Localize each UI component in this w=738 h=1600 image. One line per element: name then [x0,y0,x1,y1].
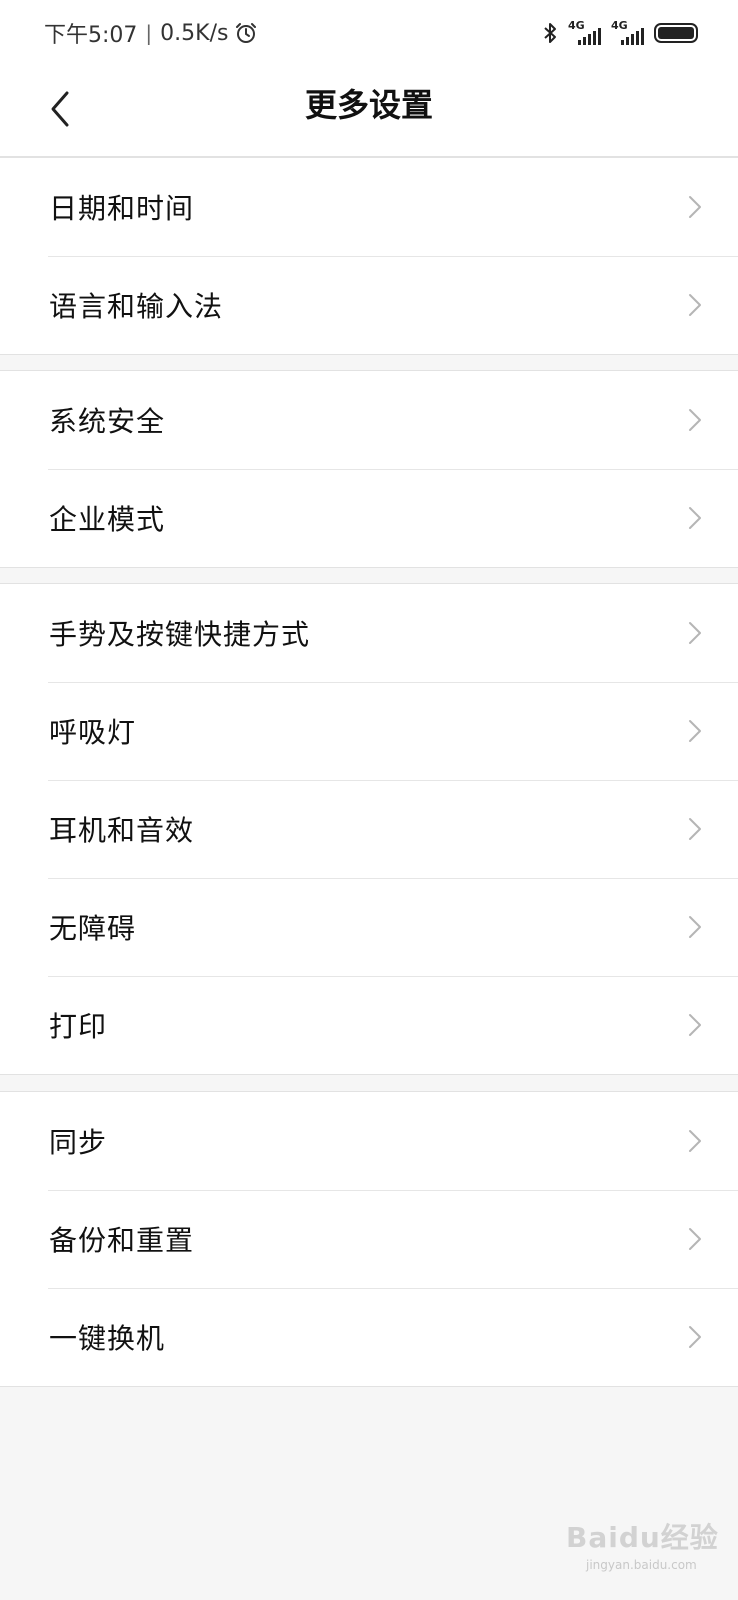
item-label: 备份和重置 [49,1224,195,1257]
chevron-right-icon [689,507,701,529]
chevron-right-icon [689,818,701,840]
list-item[interactable]: 耳机和音效 [0,780,738,878]
item-label: 一键换机 [49,1322,166,1355]
chevron-right-icon [689,294,701,316]
settings-group-1: 日期和时间 语言和输入法 [0,157,738,355]
chevron-right-icon [689,1326,701,1348]
status-separator: | [145,21,153,45]
back-button[interactable] [40,86,80,132]
list-item[interactable]: 无障碍 [0,878,738,976]
battery-icon [654,23,698,43]
item-label: 无障碍 [49,912,137,945]
list-item[interactable]: 语言和输入法 [0,256,738,354]
sim2-network-label: 4G [611,19,628,32]
item-label: 打印 [49,1010,108,1043]
list-item[interactable]: 同步 [0,1092,738,1190]
chevron-right-icon [689,916,701,938]
alarm-icon [236,23,257,43]
status-left: 下午5:07 | 0.5K/s [44,17,258,49]
sim1-signal-icon: 4G [568,19,601,45]
status-time: 下午5:07 [44,23,138,48]
chevron-right-icon [689,196,701,218]
settings-group-2: 系统安全 企业模式 [0,370,738,568]
chevron-right-icon [689,622,701,644]
status-bar: 下午5:07 | 0.5K/s 4G 4G [0,0,738,66]
watermark-brand: Baidu经验 [566,1521,719,1554]
status-right: 4G 4G [542,19,698,45]
network-speed: 0.5K/s [160,20,229,46]
list-item[interactable]: 一键换机 [0,1288,738,1386]
list-item[interactable]: 系统安全 [0,371,738,469]
header: 更多设置 [0,66,738,157]
item-label: 呼吸灯 [49,716,137,749]
bluetooth-icon [544,23,556,43]
list-item[interactable]: 呼吸灯 [0,682,738,780]
page-title: 更多设置 [304,86,433,124]
item-label: 耳机和音效 [49,814,195,847]
sim2-signal-icon: 4G [611,19,644,45]
list-item[interactable]: 企业模式 [0,469,738,567]
settings-group-3: 手势及按键快捷方式 呼吸灯 耳机和音效 无障碍 打印 [0,583,738,1075]
sim1-network-label: 4G [568,19,585,32]
list-item[interactable]: 备份和重置 [0,1190,738,1288]
chevron-right-icon [689,409,701,431]
item-label: 同步 [49,1126,108,1159]
list-item[interactable]: 打印 [0,976,738,1074]
settings-group-4: 同步 备份和重置 一键换机 [0,1091,738,1387]
item-label: 系统安全 [49,405,166,438]
chevron-right-icon [689,1130,701,1152]
chevron-right-icon [689,720,701,742]
list-item[interactable]: 手势及按键快捷方式 [0,584,738,682]
item-label: 语言和输入法 [49,290,224,323]
baidu-watermark: Baidu经验 jingyan.baidu.com [566,1516,719,1572]
list-item[interactable]: 日期和时间 [0,158,738,256]
watermark-url: jingyan.baidu.com [586,1558,697,1572]
item-label: 日期和时间 [49,192,195,225]
chevron-right-icon [689,1014,701,1036]
item-label: 手势及按键快捷方式 [49,618,311,651]
chevron-left-icon [51,91,69,127]
item-label: 企业模式 [49,503,166,536]
chevron-right-icon [689,1228,701,1250]
